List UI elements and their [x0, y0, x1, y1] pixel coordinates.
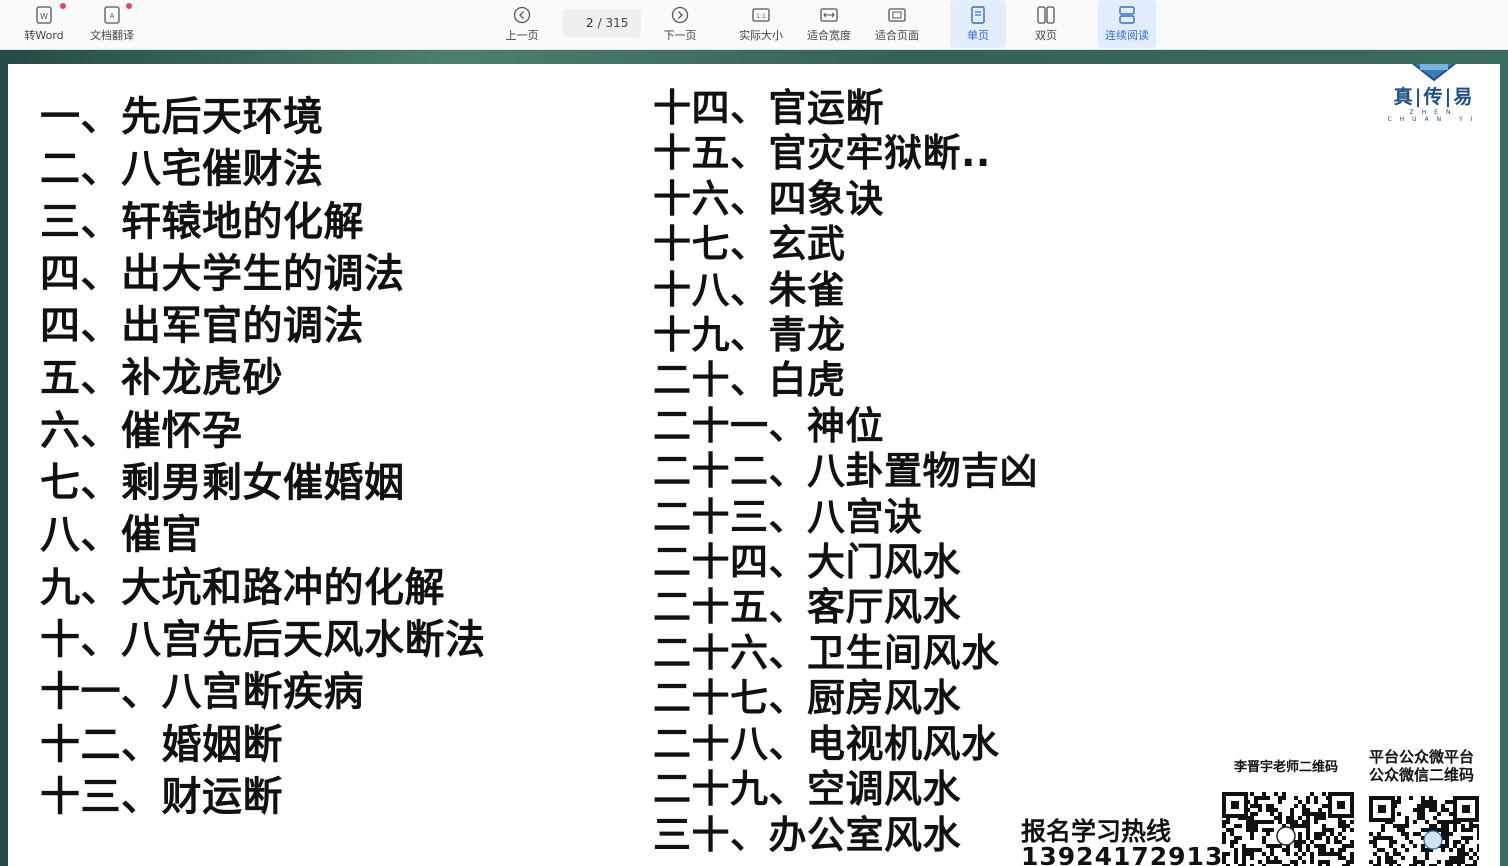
top-toolbar: W 转Word A 文档翻译 上一页 / 315 下一页 1:1 实际大小 适合…: [0, 0, 1508, 50]
next-page-button[interactable]: 下一页: [656, 0, 704, 48]
svg-text:A: A: [110, 12, 115, 20]
toc-item: 十二、婚姻断: [40, 721, 283, 768]
logo-subtext: ZHEN CHUAN YI: [1387, 109, 1481, 123]
toc-item: 一、先后天环境: [40, 94, 324, 140]
document-page: 真|传|易 ZHEN CHUAN YI 一、先后天环境 二、八宅催财法 三、轩辕地的…: [8, 64, 1500, 866]
svg-text:1:1: 1:1: [756, 13, 766, 20]
toc-left-column: 一、先后天环境 二、八宅催财法 三、轩辕地的化解 四、出大学生的调法 四、出军官的调法五…: [40, 91, 486, 823]
teacher-qr-code: [1222, 792, 1354, 866]
translate-icon: A: [104, 6, 120, 24]
toc-item: 八、催官: [40, 512, 202, 559]
chevron-left-circle-icon: [513, 6, 531, 24]
prev-page-button[interactable]: 上一页: [498, 0, 546, 48]
word-icon: W: [36, 6, 52, 24]
fit-page-label: 适合页面: [875, 29, 919, 42]
fit-page-icon: [888, 8, 906, 22]
toc-item: 二十九、空调风水: [653, 767, 962, 812]
toc-item: 十七、玄武: [653, 222, 846, 267]
chevron-right-circle-icon: [671, 6, 689, 24]
total-pages: / 315: [597, 16, 629, 30]
toc-item: 二十、白虎: [653, 358, 846, 403]
toc-item: 十、八宫先后天风水断法: [40, 616, 486, 663]
toc-item: 三十、办公室风水: [653, 812, 962, 857]
toc-item: 二十三、八宫诀: [653, 494, 923, 539]
toc-item: 十九、青龙: [653, 313, 846, 358]
toc-item: 三、轩辕地的化解: [40, 198, 364, 245]
single-page-button[interactable]: 单页: [950, 0, 1006, 48]
hotline-phone: 13924172913: [1021, 842, 1224, 866]
toc-item: 十六、四象诀: [653, 176, 885, 221]
scrollbar-track[interactable]: [1500, 50, 1508, 866]
toc-item: 十一、八宫断疾病: [40, 669, 364, 716]
continuous-read-button[interactable]: 连续阅读: [1098, 0, 1156, 48]
toc-item: 二十二、八卦置物吉凶: [653, 449, 1039, 494]
teacher-qr-label: 李晋宇老师二维码: [1234, 760, 1339, 775]
toc-item: 五、补龙虎砂: [40, 355, 283, 402]
page-number-input[interactable]: [575, 16, 594, 30]
toc-item: 二十五、客厅风水: [653, 585, 962, 630]
double-page-icon: [1037, 6, 1055, 24]
logo-text: 真|传|易: [1393, 86, 1475, 108]
fit-width-label: 适合宽度: [807, 29, 851, 42]
toc-item: 二十七、厨房风水: [653, 676, 962, 721]
platform-qr-label-1: 平台公众微平台: [1369, 748, 1475, 766]
doc-translate-button[interactable]: A 文档翻译: [84, 0, 140, 48]
actual-size-icon: 1:1: [752, 8, 770, 22]
toc-item: 四、出大学生的调法: [40, 250, 405, 297]
toc-item: 七、剩男剩女催婚姻: [40, 460, 405, 507]
toc-item: 二十一、神位: [653, 403, 885, 448]
toc-item: 二十四、大门风水: [653, 540, 962, 585]
continuous-read-icon: [1119, 6, 1135, 24]
toc-right-column: 十四、官运断 十五、官灾牢狱断.. 十六、四象诀 十七、玄武 十八、朱雀 十九、青龙 二十、…: [653, 86, 1038, 858]
toc-item: 二、八宅催财法: [40, 146, 324, 193]
fit-width-button[interactable]: 适合宽度: [800, 0, 858, 48]
toc-item: 九、大坑和路冲的化解: [40, 564, 445, 611]
to-word-label: 转Word: [24, 29, 64, 42]
prev-page-label: 上一页: [505, 29, 539, 42]
toc-item: 四、出军官的调法: [40, 303, 364, 350]
double-page-label: 双页: [1035, 29, 1057, 42]
single-page-label: 单页: [967, 29, 989, 42]
fit-width-icon: [820, 8, 838, 22]
next-page-label: 下一页: [663, 29, 697, 42]
continuous-read-label: 连续阅读: [1105, 29, 1149, 42]
fit-page-button[interactable]: 适合页面: [868, 0, 926, 48]
notification-dot: [60, 3, 66, 9]
toc-item: 十五、官灾牢狱断..: [653, 131, 991, 176]
single-page-icon: [971, 6, 985, 24]
toc-item: 十三、财运断: [40, 773, 283, 820]
svg-text:W: W: [40, 12, 48, 21]
platform-qr-code: [1369, 796, 1479, 866]
toc-item: 十八、朱雀: [653, 267, 846, 312]
actual-size-label: 实际大小: [739, 29, 783, 42]
to-word-button[interactable]: W 转Word: [12, 0, 76, 48]
doc-translate-label: 文档翻译: [90, 29, 134, 42]
toc-item: 十四、官运断: [653, 86, 885, 130]
logo-emblem: [1412, 64, 1456, 82]
toc-item: 二十八、电视机风水: [653, 721, 1000, 766]
page-number-box: / 315: [563, 9, 641, 37]
toc-item: 六、催怀孕: [40, 407, 243, 454]
toc-item: 二十六、卫生间风水: [653, 630, 1000, 675]
brand-logo: 真|传|易 ZHEN CHUAN YI: [1374, 64, 1494, 123]
platform-qr-label-2: 公众微信二维码: [1369, 766, 1475, 784]
double-page-button[interactable]: 双页: [1018, 0, 1074, 48]
notification-dot: [126, 3, 132, 9]
actual-size-button[interactable]: 1:1 实际大小: [732, 0, 790, 48]
